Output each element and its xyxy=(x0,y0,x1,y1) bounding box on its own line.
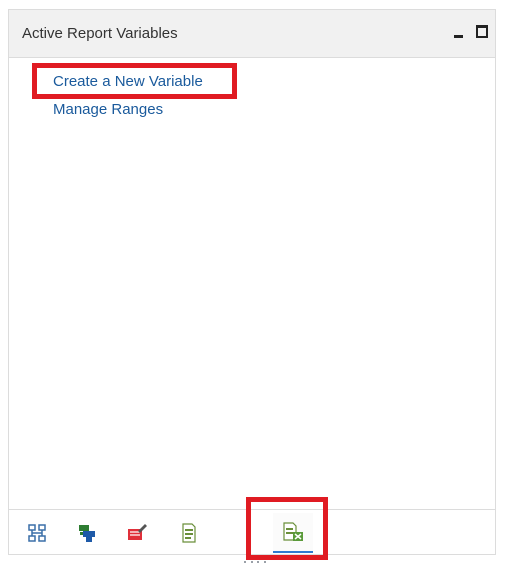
tab-report-document[interactable] xyxy=(169,513,209,553)
drag-handle[interactable] xyxy=(244,561,266,565)
tab-report-variables[interactable] xyxy=(273,513,313,553)
maximize-icon xyxy=(476,25,488,38)
tab-data-tree[interactable] xyxy=(67,513,107,553)
report-document-icon xyxy=(182,523,196,543)
panel-header: Active Report Variables xyxy=(9,10,495,58)
active-report-variables-panel: Active Report Variables Create a New Var… xyxy=(8,9,496,555)
hierarchy-icon xyxy=(28,524,46,542)
report-variables-icon xyxy=(283,522,303,541)
panel-title: Active Report Variables xyxy=(22,25,178,42)
create-new-variable-link[interactable]: Create a New Variable xyxy=(53,73,203,90)
panel-content: Create a New Variable Manage Ranges xyxy=(9,58,495,508)
manage-ranges-link[interactable]: Manage Ranges xyxy=(53,101,163,118)
tab-filter-edit[interactable] xyxy=(117,513,157,553)
minimize-button[interactable] xyxy=(452,23,468,39)
minimize-icon xyxy=(454,35,463,38)
tab-hierarchy[interactable] xyxy=(17,513,57,553)
data-tree-icon xyxy=(79,525,95,542)
panel-tab-bar xyxy=(9,509,495,555)
filter-edit-icon xyxy=(128,524,147,540)
maximize-button[interactable] xyxy=(475,23,491,39)
